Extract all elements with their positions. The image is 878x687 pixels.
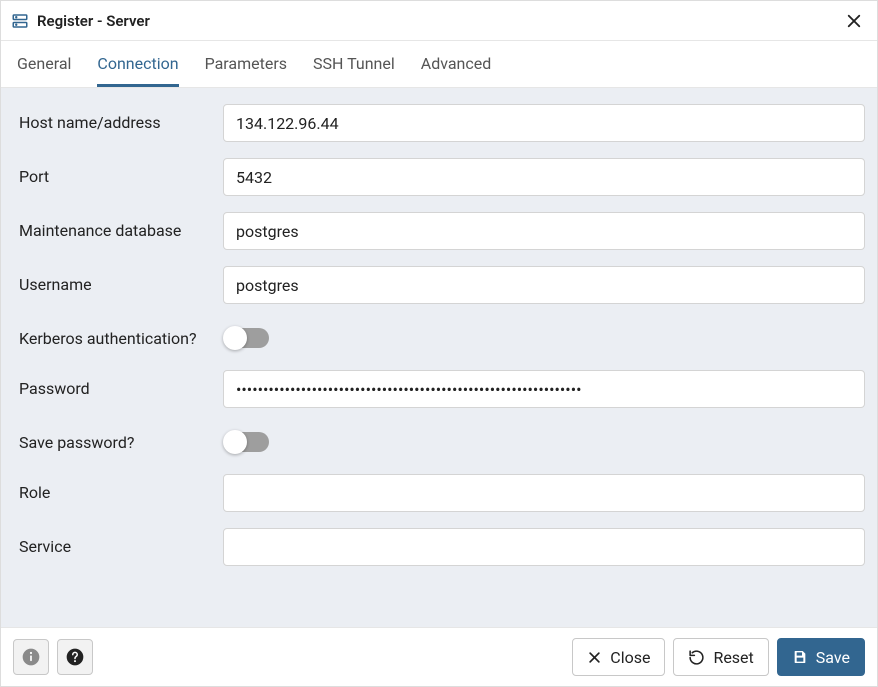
toggle-thumb	[223, 326, 247, 350]
reset-button[interactable]: Reset	[673, 638, 768, 676]
row-maintenance-db: Maintenance database	[13, 204, 865, 258]
port-input[interactable]	[223, 158, 865, 196]
tab-connection[interactable]: Connection	[97, 41, 178, 87]
label-password: Password	[13, 370, 223, 400]
save-icon	[792, 649, 808, 665]
row-kerberos: Kerberos authentication?	[13, 312, 865, 362]
tabs: General Connection Parameters SSH Tunnel…	[1, 41, 877, 88]
label-host: Host name/address	[13, 104, 223, 134]
row-host: Host name/address	[13, 96, 865, 150]
save-password-toggle[interactable]	[223, 430, 271, 454]
host-input[interactable]	[223, 104, 865, 142]
close-button[interactable]: Close	[572, 638, 665, 676]
dialog-title: Register - Server	[37, 12, 150, 30]
label-maintenance-db: Maintenance database	[13, 212, 223, 242]
password-input[interactable]	[223, 370, 865, 408]
tab-ssh-tunnel[interactable]: SSH Tunnel	[313, 41, 395, 87]
service-input[interactable]	[223, 528, 865, 566]
footer: Close Reset Save	[1, 627, 877, 686]
row-role: Role	[13, 466, 865, 520]
server-icon	[11, 12, 29, 30]
label-kerberos: Kerberos authentication?	[13, 320, 223, 350]
info-icon	[21, 647, 41, 667]
form-body: Host name/address Port Maintenance datab…	[1, 88, 877, 627]
role-input[interactable]	[223, 474, 865, 512]
reset-button-label: Reset	[713, 648, 753, 667]
register-server-dialog: Register - Server General Connection Par…	[0, 0, 878, 687]
tab-advanced[interactable]: Advanced	[421, 41, 492, 87]
info-button[interactable]	[13, 639, 49, 675]
dialog-close-button[interactable]	[841, 8, 867, 34]
help-button[interactable]	[57, 639, 93, 675]
toggle-thumb	[223, 430, 247, 454]
username-input[interactable]	[223, 266, 865, 304]
label-username: Username	[13, 266, 223, 296]
reset-icon	[688, 649, 705, 666]
close-icon	[587, 650, 602, 665]
tab-parameters[interactable]: Parameters	[205, 41, 287, 87]
label-role: Role	[13, 474, 223, 504]
titlebar: Register - Server	[1, 1, 877, 41]
tab-general[interactable]: General	[17, 41, 71, 87]
row-save-password: Save password?	[13, 416, 865, 466]
help-icon	[65, 647, 85, 667]
row-password: Password	[13, 362, 865, 416]
close-button-label: Close	[610, 648, 650, 667]
row-port: Port	[13, 150, 865, 204]
kerberos-toggle[interactable]	[223, 326, 271, 350]
row-service: Service	[13, 520, 865, 574]
close-icon	[845, 12, 863, 30]
label-port: Port	[13, 158, 223, 188]
label-save-password: Save password?	[13, 424, 223, 454]
label-service: Service	[13, 528, 223, 558]
save-button[interactable]: Save	[777, 638, 865, 676]
maintenance-db-input[interactable]	[223, 212, 865, 250]
row-username: Username	[13, 258, 865, 312]
save-button-label: Save	[816, 648, 850, 667]
